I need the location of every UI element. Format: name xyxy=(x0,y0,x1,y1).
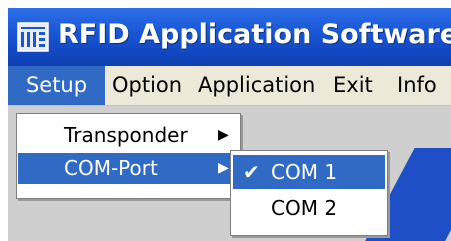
window-title: RFID Application Software xyxy=(58,19,451,50)
checkmark-icon: ✔ xyxy=(243,160,260,184)
menu-item-com-port[interactable]: COM-Port ▶ xyxy=(18,153,239,184)
menu-item-com2-label: COM 2 xyxy=(271,196,338,220)
menu-setup[interactable]: Setup xyxy=(8,66,105,105)
rfid-app-icon[interactable] xyxy=(17,22,49,52)
menu-item-transponder[interactable]: Transponder ▶ xyxy=(18,120,239,151)
menu-item-com-port-label: COM-Port xyxy=(64,156,158,180)
app-window: RFID Application Software Setup Option A… xyxy=(8,8,451,241)
chevron-right-icon: ▶ xyxy=(218,127,229,143)
menu-item-com2[interactable]: COM 2 xyxy=(233,191,385,225)
menu-application[interactable]: Application xyxy=(198,66,315,105)
menu-item-transponder-label: Transponder xyxy=(64,123,188,147)
title-bar[interactable]: RFID Application Software xyxy=(8,8,451,66)
menu-item-com1-label: COM 1 xyxy=(271,160,338,184)
setup-dropdown-menu: Transponder ▶ COM-Port ▶ xyxy=(16,113,241,199)
menu-bar: Setup Option Application Exit Info xyxy=(8,66,451,106)
chevron-right-icon: ▶ xyxy=(218,160,229,176)
menu-option[interactable]: Option xyxy=(112,66,182,105)
menu-exit[interactable]: Exit xyxy=(333,66,373,105)
com-port-submenu: ✔ COM 1 COM 2 xyxy=(230,150,388,236)
menu-info[interactable]: Info xyxy=(397,66,437,105)
menu-item-com1[interactable]: ✔ COM 1 xyxy=(233,155,385,189)
